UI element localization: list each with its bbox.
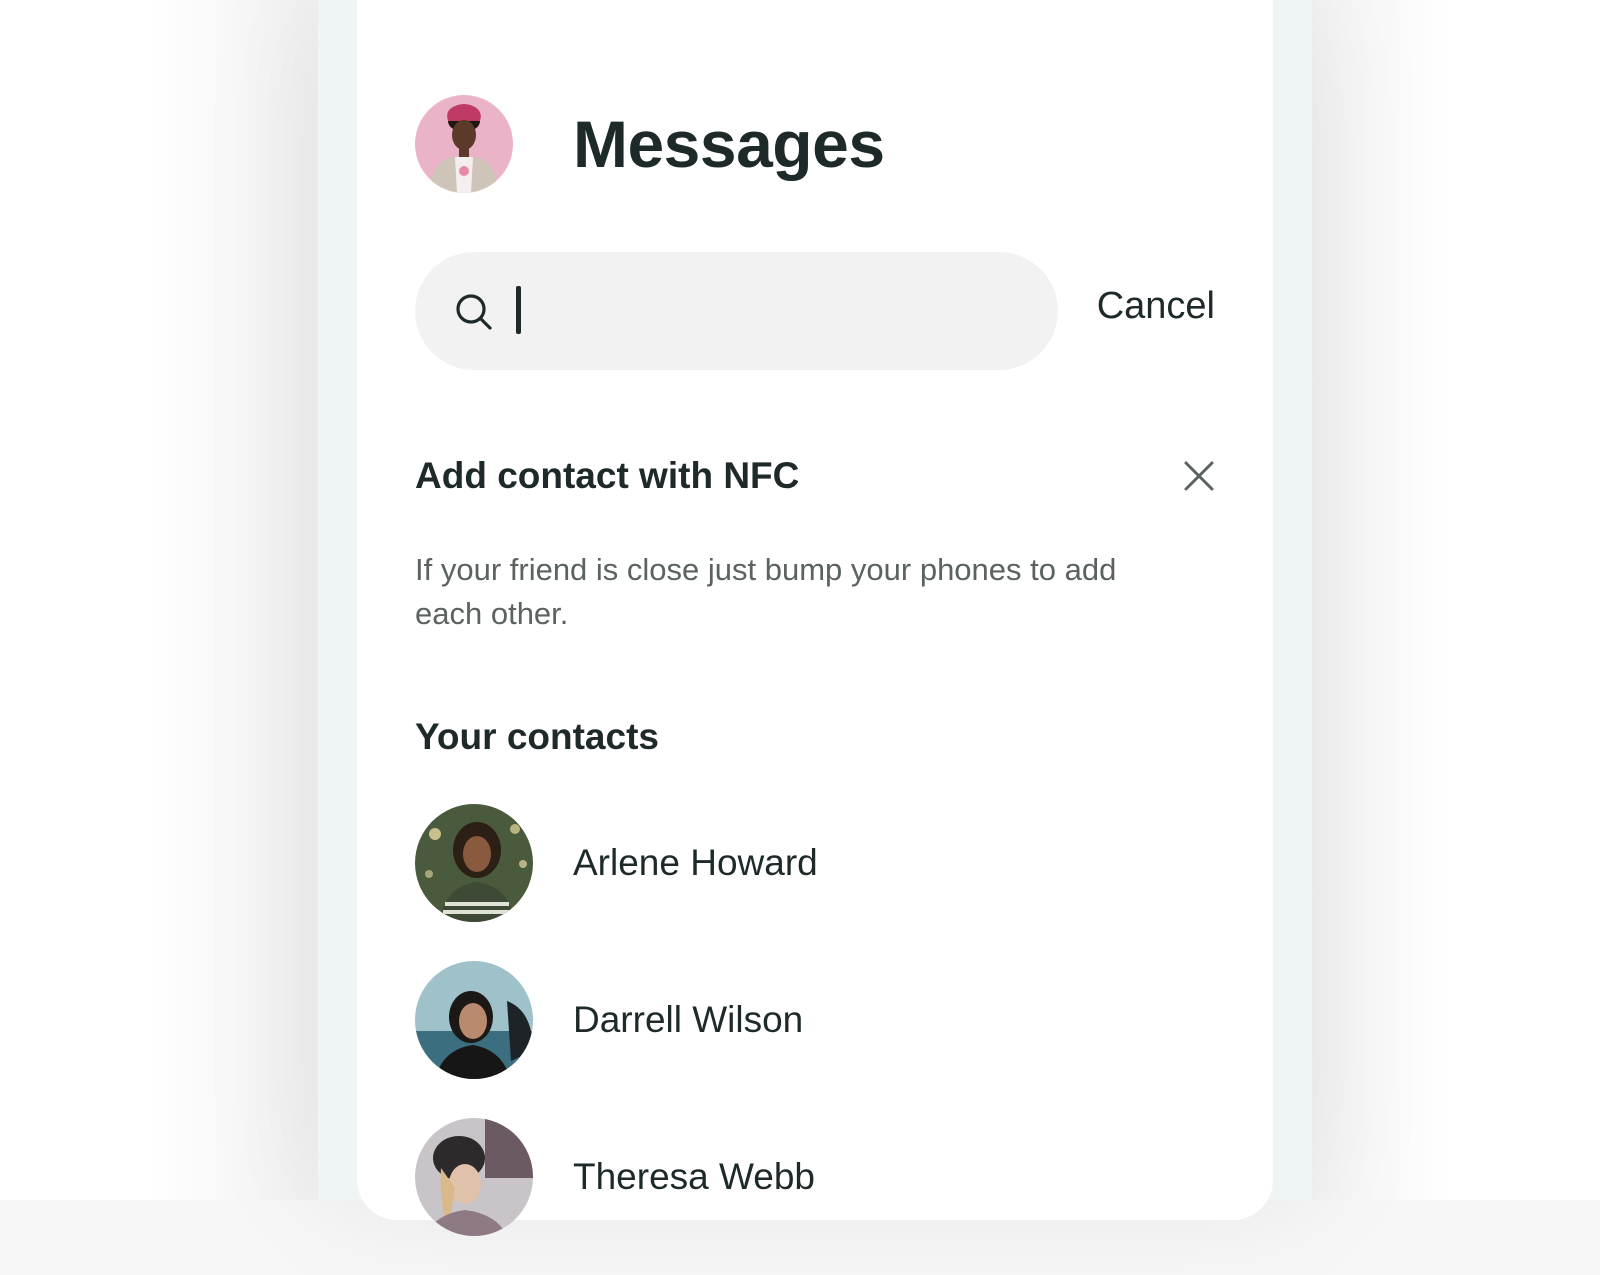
contacts-title: Your contacts: [415, 716, 659, 757]
contact-name: Darrell Wilson: [573, 999, 804, 1040]
contact-photo: [415, 961, 533, 1079]
search-box[interactable]: [415, 252, 1058, 370]
contact-photo: [415, 804, 533, 922]
profile-avatar[interactable]: [415, 95, 513, 193]
search-icon: [456, 294, 492, 330]
contact-item[interactable]: Arlene Howard: [415, 804, 1215, 922]
close-icon[interactable]: [1183, 460, 1215, 492]
nfc-title: Add contact with NFC: [415, 455, 800, 496]
contact-item[interactable]: Darrell Wilson: [415, 961, 1215, 1079]
contact-name: Theresa Webb: [573, 1156, 815, 1197]
avatar: [415, 1118, 533, 1236]
avatar: [415, 961, 533, 1079]
contact-photo: [415, 1118, 533, 1236]
text-caret: [516, 286, 521, 334]
nfc-card: Add contact with NFC If your friend is c…: [415, 452, 1215, 636]
contacts-list: Arlene Howard Darrell Wilson Theresa Web…: [415, 804, 1215, 1275]
search-input[interactable]: [510, 276, 1034, 348]
header: Messages: [415, 95, 885, 193]
cancel-button[interactable]: Cancel: [1097, 285, 1215, 328]
nfc-description: If your friend is close just bump your p…: [415, 552, 1117, 631]
avatar: [415, 804, 533, 922]
page-title: Messages: [573, 107, 885, 181]
contact-name: Arlene Howard: [573, 842, 818, 883]
contact-item[interactable]: Theresa Webb: [415, 1118, 1215, 1236]
search-row: Cancel: [415, 252, 1215, 370]
profile-photo: [415, 95, 513, 193]
